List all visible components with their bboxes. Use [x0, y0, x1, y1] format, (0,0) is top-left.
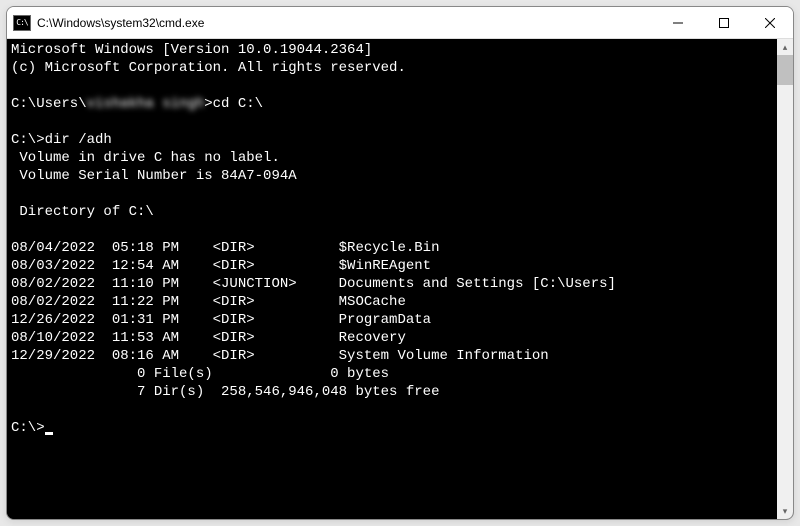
titlebar[interactable]: C:\ C:\Windows\system32\cmd.exe	[7, 7, 793, 39]
window-controls	[655, 7, 793, 38]
cursor	[45, 432, 53, 435]
close-button[interactable]	[747, 7, 793, 38]
serial-line: Volume Serial Number is 84A7-094A	[11, 168, 297, 184]
prompt-line: C:\Users\vishakha singh>cd C:\	[11, 96, 263, 112]
summary-files: 0 File(s) 0 bytes	[11, 366, 389, 382]
banner-line: (c) Microsoft Corporation. All rights re…	[11, 60, 406, 76]
scroll-thumb[interactable]	[777, 55, 793, 85]
terminal-output[interactable]: Microsoft Windows [Version 10.0.19044.23…	[7, 39, 777, 519]
window-title: C:\Windows\system32\cmd.exe	[37, 16, 655, 30]
scroll-up-arrow-icon[interactable]: ▴	[777, 39, 793, 55]
blurred-username: vishakha singh	[87, 95, 205, 113]
dir-listing: 08/04/2022 05:18 PM <DIR> $Recycle.Bin 0…	[11, 240, 616, 364]
scroll-down-arrow-icon[interactable]: ▾	[777, 503, 793, 519]
directory-of-line: Directory of C:\	[11, 204, 154, 220]
cmd-window: C:\ C:\Windows\system32\cmd.exe Microsof…	[6, 6, 794, 520]
maximize-button[interactable]	[701, 7, 747, 38]
summary-dirs: 7 Dir(s) 258,546,946,048 bytes free	[11, 384, 439, 400]
content-area: Microsoft Windows [Version 10.0.19044.23…	[7, 39, 793, 519]
minimize-button[interactable]	[655, 7, 701, 38]
cmd-icon: C:\	[13, 15, 31, 31]
vertical-scrollbar[interactable]: ▴ ▾	[777, 39, 793, 519]
prompt-line: C:\>	[11, 420, 45, 436]
volume-line: Volume in drive C has no label.	[11, 150, 280, 166]
prompt-line: C:\>dir /adh	[11, 132, 112, 148]
banner-line: Microsoft Windows [Version 10.0.19044.23…	[11, 42, 372, 58]
